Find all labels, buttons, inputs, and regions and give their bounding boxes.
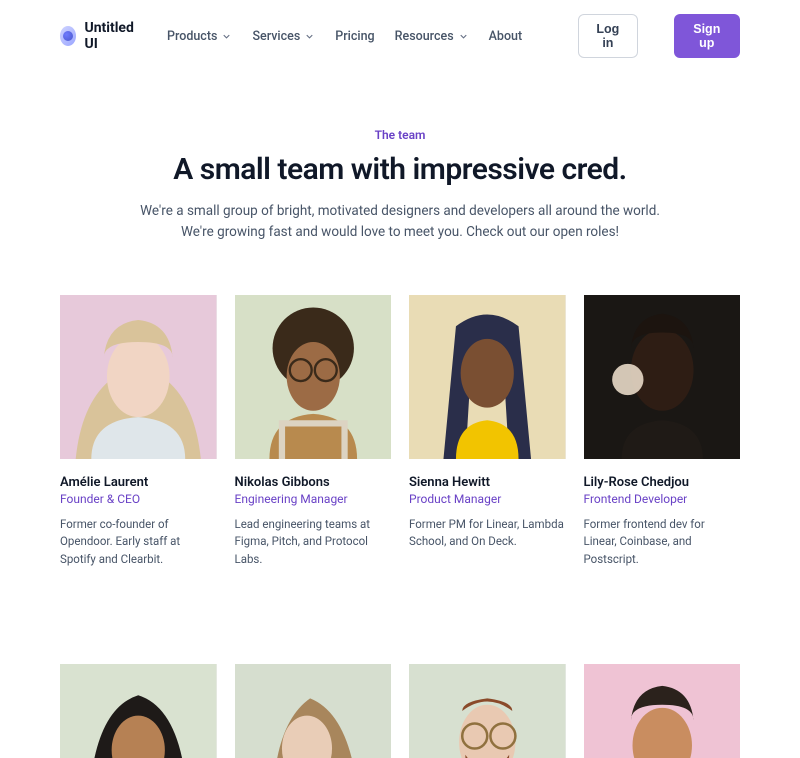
team-name: Lily-Rose Chedjou [584, 475, 741, 490]
team-photo [235, 295, 392, 459]
chevron-down-icon [221, 31, 232, 42]
nav-products[interactable]: Products [167, 29, 232, 44]
team-name: Nikolas Gibbons [235, 475, 392, 490]
team-card [409, 664, 566, 758]
team-bio: Lead engineering teams at Figma, Pitch, … [235, 516, 392, 568]
team-name: Sienna Hewitt [409, 475, 566, 490]
page-title: A small team with impressive cred. [60, 152, 740, 187]
nav-products-label: Products [167, 29, 217, 44]
site-header: Untitled UI Products Services Pricing Re… [0, 0, 800, 72]
nav-services-label: Services [252, 29, 300, 44]
team-card [60, 664, 217, 758]
intro-section: The team A small team with impressive cr… [0, 72, 800, 243]
team-name: Amélie Laurent [60, 475, 217, 490]
team-role: Product Manager [409, 492, 566, 506]
team-bio: Former co-founder of Opendoor. Early sta… [60, 516, 217, 568]
nav-resources[interactable]: Resources [395, 29, 469, 44]
section-eyebrow: The team [60, 128, 740, 142]
team-photo [235, 664, 392, 758]
chevron-down-icon [304, 31, 315, 42]
team-role: Frontend Developer [584, 492, 741, 506]
team-grid-row2 [0, 612, 800, 758]
nav-about[interactable]: About [489, 29, 523, 44]
team-card: Sienna Hewitt Product Manager Former PM … [409, 295, 566, 568]
signup-button[interactable]: Sign up [674, 14, 740, 58]
team-role: Engineering Manager [235, 492, 392, 506]
team-card: Lily-Rose Chedjou Frontend Developer For… [584, 295, 741, 568]
brand[interactable]: Untitled UI [60, 20, 139, 52]
nav-about-label: About [489, 29, 523, 44]
team-photo [60, 295, 217, 459]
team-role: Founder & CEO [60, 492, 217, 506]
team-photo [409, 664, 566, 758]
chevron-down-icon [458, 31, 469, 42]
team-bio: Former PM for Linear, Lambda School, and… [409, 516, 566, 551]
team-photo [409, 295, 566, 459]
team-grid: Amélie Laurent Founder & CEO Former co-f… [0, 243, 800, 568]
nav-pricing-label: Pricing [335, 29, 374, 44]
login-button[interactable]: Log in [578, 14, 637, 58]
nav-resources-label: Resources [395, 29, 454, 44]
nav-services[interactable]: Services [252, 29, 315, 44]
team-card [584, 664, 741, 758]
primary-nav: Products Services Pricing Resources Abou… [167, 29, 522, 44]
team-photo [60, 664, 217, 758]
brand-name: Untitled UI [84, 20, 139, 52]
team-card [235, 664, 392, 758]
team-card: Nikolas Gibbons Engineering Manager Lead… [235, 295, 392, 568]
brand-logo-icon [60, 26, 76, 46]
team-bio: Former frontend dev for Linear, Coinbase… [584, 516, 741, 568]
team-photo [584, 295, 741, 459]
team-card: Amélie Laurent Founder & CEO Former co-f… [60, 295, 217, 568]
nav-pricing[interactable]: Pricing [335, 29, 374, 44]
team-photo [584, 664, 741, 758]
page-subtitle: We're a small group of bright, motivated… [140, 201, 660, 243]
